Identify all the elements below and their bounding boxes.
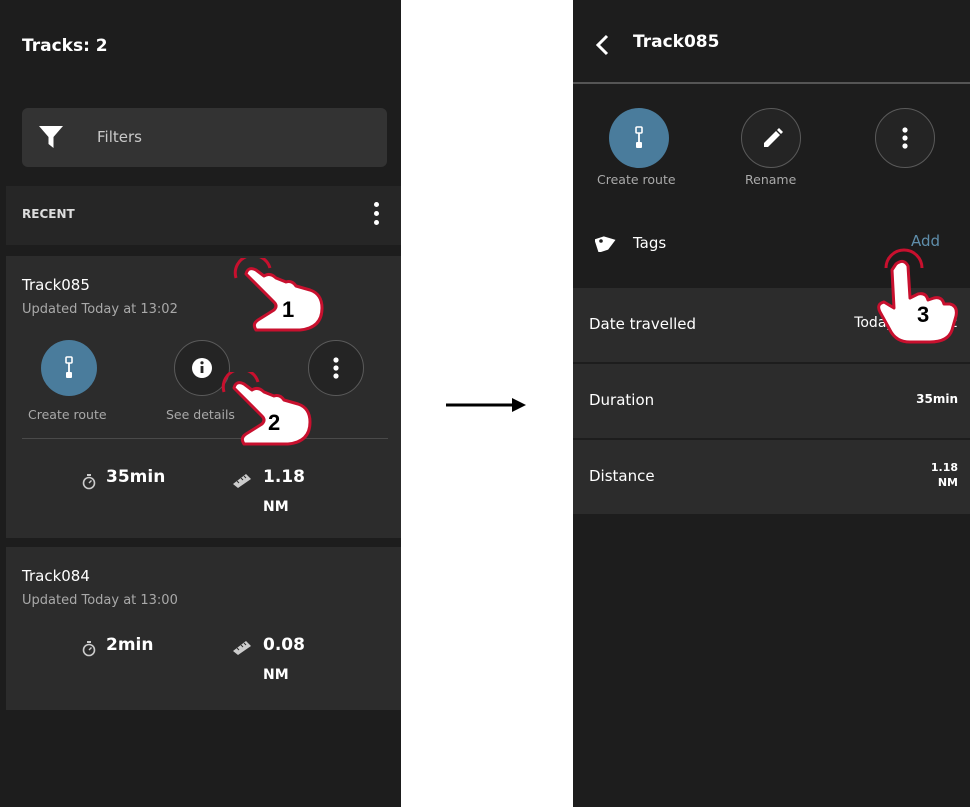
detail-row-duration: Duration 35min [573,364,970,439]
rename-button[interactable] [741,108,801,168]
divider [22,438,388,439]
distance-unit: NM [937,476,958,489]
detail-key: Duration [589,391,655,409]
page-title: Track085 [633,32,720,52]
track-updated: Updated Today at 13:00 [22,593,178,608]
track-card[interactable]: Track085 Updated Today at 13:02 Create r… [6,256,401,538]
detail-key: Date travelled [589,315,697,333]
track-duration: 35min [106,467,166,487]
ruler-icon [233,641,251,655]
detail-value: 35min [916,392,958,406]
track-list-screen: Tracks: 2 Filters RECENT Track085 Update… [0,0,401,807]
kebab-menu-icon[interactable] [374,202,379,229]
tags-label: Tags [633,234,667,252]
track-updated: Updated Today at 13:02 [22,302,178,317]
tap-hand-icon [877,248,958,344]
track-duration: 2min [106,635,154,655]
create-route-label: Create route [28,407,107,422]
track-distance-unit: NM [263,499,289,515]
page-title: Tracks: 2 [22,36,108,56]
track-distance: 0.08 [263,635,305,655]
ruler-icon [233,474,251,488]
route-icon [635,126,643,148]
create-route-button[interactable] [41,340,97,396]
tag-icon [595,236,616,252]
details-header: Track085 [573,0,970,84]
track-card[interactable]: Track084 Updated Today at 13:00 2min 0.0… [6,547,401,710]
route-icon [65,356,73,378]
stopwatch-icon [82,474,96,490]
arrow-right-icon [446,398,526,412]
track-details-screen: Track085 Create route Rename Tags Add Da… [573,0,970,807]
track-distance: 1.18 [263,467,305,487]
more-options-button[interactable] [875,108,935,168]
detail-row-distance: Distance 1.18 NM [573,440,970,515]
pencil-icon [764,128,783,147]
step-badge: 3 [917,302,930,327]
distance-value: 1.18 [930,461,958,474]
recent-section-header: RECENT [6,186,401,245]
create-route-label: Create route [597,172,676,187]
tap-hand-icon [233,258,324,332]
create-route-button[interactable] [609,108,669,168]
filters-button[interactable]: Filters [22,108,387,167]
track-name: Track085 [22,276,90,294]
detail-key: Distance [589,467,655,485]
filters-label: Filters [97,128,142,146]
recent-label: RECENT [22,207,75,221]
detail-value: 1.18 NM [931,460,958,490]
track-distance-unit: NM [263,667,289,683]
rename-label: Rename [745,172,797,187]
step-badge: 2 [268,410,281,435]
kebab-menu-icon [902,127,908,149]
track-name: Track084 [22,567,90,585]
stopwatch-icon [82,641,96,657]
back-chevron-icon[interactable] [595,34,609,56]
filter-icon [39,126,63,148]
step-badge: 1 [282,297,295,322]
